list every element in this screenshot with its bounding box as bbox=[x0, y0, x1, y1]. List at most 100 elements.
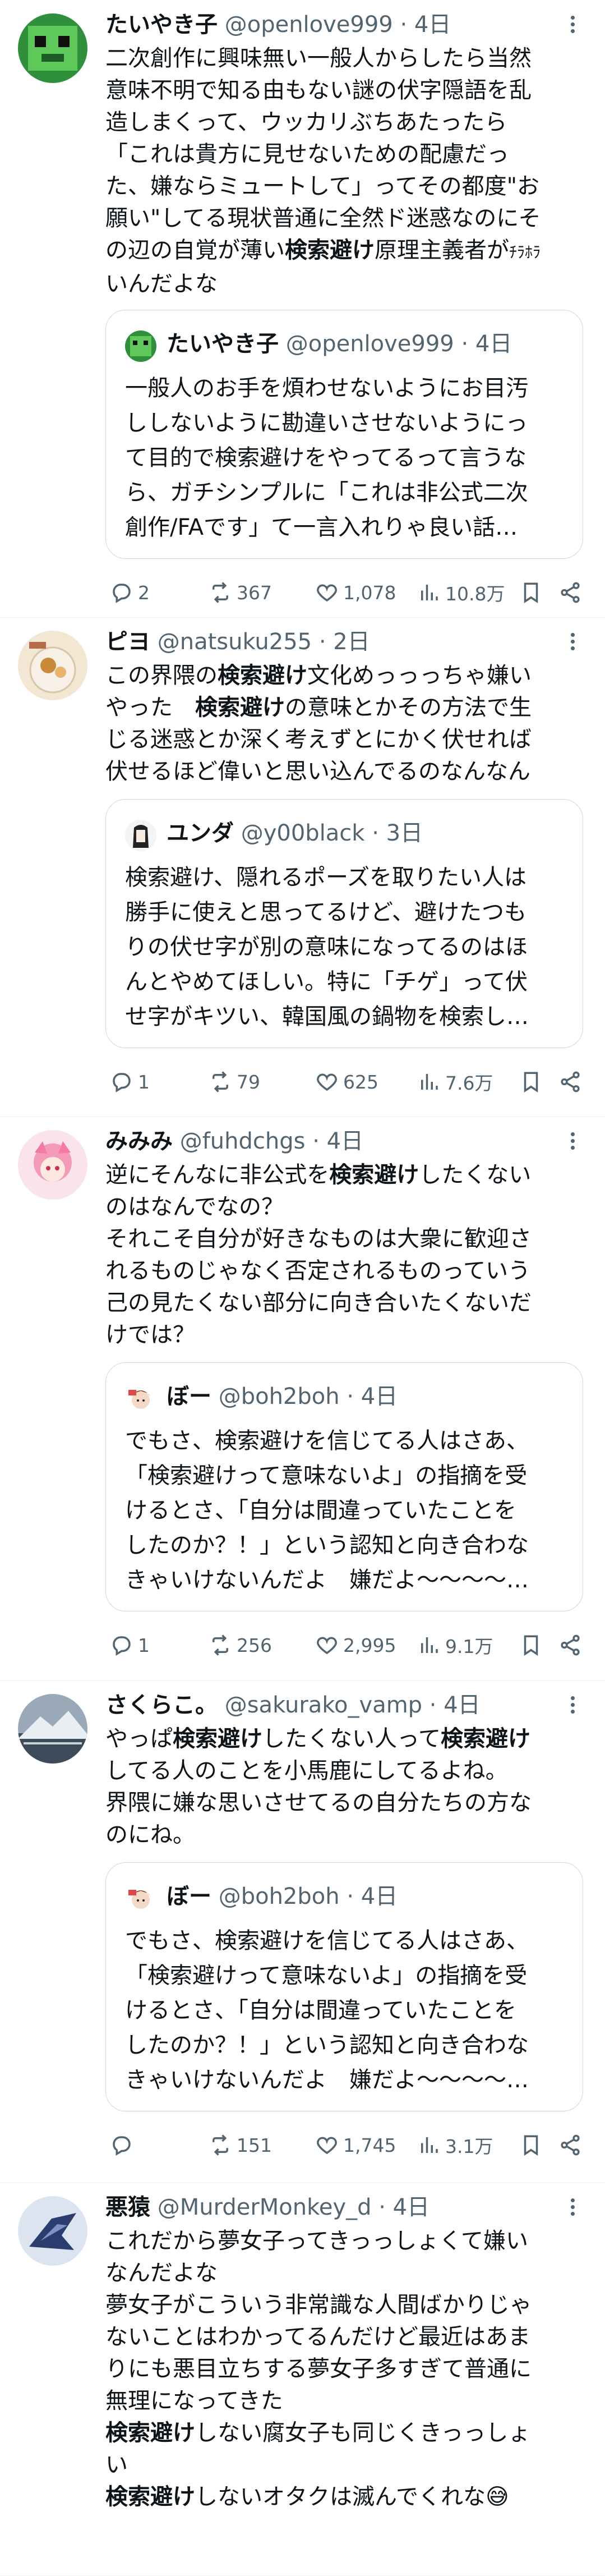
more-icon[interactable] bbox=[562, 1132, 583, 1152]
timestamp[interactable]: · 2日 bbox=[319, 629, 370, 655]
repost-button[interactable]: 256 bbox=[204, 1628, 272, 1662]
quoted-tweet[interactable]: ユンダ @y00black · 3日 検索避け、隠れるポーズを取りたい人は 勝手に使… bbox=[105, 799, 583, 1048]
replies-count: 1 bbox=[138, 1634, 150, 1656]
tweet-text-line: 「これは貴方に見せないための配慮だっ bbox=[105, 139, 565, 171]
text-segment: 原理主義者が bbox=[375, 237, 509, 263]
bookmark-icon bbox=[519, 1633, 543, 1657]
bookmark-button[interactable] bbox=[515, 1065, 543, 1099]
text-segment: しない腐女子も同じくきっっしょ bbox=[195, 2420, 531, 2446]
tweet-text-line: た、嫌ならミュートして」ってその都度"お bbox=[105, 171, 565, 203]
like-button[interactable]: 1,078 bbox=[311, 576, 396, 609]
avatar[interactable] bbox=[18, 1694, 87, 1764]
tweet-text: 逆にそんなに非公式を検索避けしたくない のはなんでなの？ それこそ自分が好きなものは… bbox=[105, 1159, 565, 1351]
reply-icon bbox=[110, 1633, 133, 1657]
timestamp[interactable]: · 4日 bbox=[312, 1128, 363, 1154]
views-button[interactable]: 3.1万 bbox=[413, 2128, 493, 2162]
like-button[interactable]: 1,745 bbox=[311, 2128, 396, 2162]
quoted-timestamp: · 4日 bbox=[347, 1884, 398, 1909]
reply-button[interactable]: 1 bbox=[105, 1628, 150, 1662]
share-button[interactable] bbox=[554, 1065, 582, 1099]
more-icon[interactable] bbox=[562, 633, 583, 653]
tweet-text-line: 伏せるほど偉いと思い込んでるのなんなん bbox=[105, 756, 565, 788]
tweet[interactable]: 悪猿 @MurderMonkey_d · 4日これだから夢女子ってきっっしょくて… bbox=[0, 2183, 605, 2576]
quoted-avatar bbox=[125, 1383, 156, 1415]
author-handle[interactable]: @MurderMonkey_d bbox=[158, 2194, 372, 2220]
text-segment: してる人のことを小馬鹿にしてるよね。 bbox=[105, 1758, 508, 1784]
text-segment: のにね。 bbox=[105, 1822, 195, 1848]
author-name[interactable]: たいやき子 bbox=[105, 12, 218, 38]
share-button[interactable] bbox=[554, 2128, 582, 2162]
tweet[interactable]: みみみ @fuhdchgs · 4日逆にそんなに非公式を検索避けしたくない のはな… bbox=[0, 1117, 605, 1681]
reply-button[interactable] bbox=[105, 2128, 138, 2162]
quoted-tweet[interactable]: ぼー @boh2boh · 4日 でもさ、検索避けを信じてる人はさあ、 「検索避けっ… bbox=[105, 1362, 583, 1611]
quoted-text-line: んとやめてほしい。特に「チゲ」って伏 bbox=[125, 969, 528, 995]
tweet[interactable]: たいやき子 @openlove999 · 4日 二次創作に興味無い一般人からしたら… bbox=[0, 0, 605, 618]
quoted-timestamp: · 3日 bbox=[372, 820, 423, 846]
more-icon[interactable] bbox=[562, 1696, 583, 1716]
author-handle[interactable]: @sakurako_vamp bbox=[225, 1692, 422, 1718]
action-bar: 1 256 2,995 9.1万 bbox=[105, 1628, 583, 1662]
quoted-tweet[interactable]: ぼー @boh2boh · 4日 でもさ、検索避けを信じてる人はさあ、 「検索避けっ… bbox=[105, 1862, 583, 2111]
author-handle[interactable]: @natsuku255 bbox=[158, 629, 312, 655]
repost-icon bbox=[209, 1633, 232, 1657]
quoted-text-line: 「検索避けって意味ないよ」の指摘を受 bbox=[125, 1963, 528, 1989]
search-term-highlight: 検索避け bbox=[173, 1726, 262, 1752]
text-segment: 界隈に嫌な思いさせてるの自分たちの方な bbox=[105, 1790, 532, 1816]
reply-button[interactable]: 2 bbox=[105, 576, 150, 609]
text-segment: いんだよな bbox=[105, 271, 218, 297]
search-term-highlight: 検索避け bbox=[329, 1162, 419, 1188]
repost-button[interactable]: 79 bbox=[204, 1065, 260, 1099]
avatar[interactable] bbox=[18, 13, 87, 83]
author-handle[interactable]: @openlove999 bbox=[225, 12, 393, 38]
quoted-text-line: せ字がキツい、韓国風の鍋物を検索し… bbox=[125, 1004, 529, 1030]
tweet-text-line: これだから夢女子ってきっっしょくて嫌い bbox=[105, 2225, 565, 2257]
avatar[interactable] bbox=[18, 631, 87, 700]
tweet-text-line: の辺の自覚が薄い検索避け原理主義者がﾁﾗﾎﾗ bbox=[105, 235, 565, 268]
text-segment: これだから夢女子ってきっっしょくて嫌い bbox=[105, 2228, 528, 2254]
bookmark-button[interactable] bbox=[515, 2128, 543, 2162]
quoted-tweet[interactable]: たいやき子 @openlove999 · 4日 一般人のお手を煩わせないようにお目… bbox=[105, 310, 583, 559]
author-name[interactable]: ピヨ bbox=[105, 629, 150, 655]
reply-button[interactable]: 1 bbox=[105, 1065, 150, 1099]
text-segment: 「これは貴方に見せないための配慮だっ bbox=[105, 141, 509, 167]
author-name[interactable]: さくらこ。 bbox=[105, 1692, 218, 1718]
bookmark-button[interactable] bbox=[515, 576, 543, 609]
more-icon[interactable] bbox=[562, 2198, 583, 2219]
share-button[interactable] bbox=[554, 1628, 582, 1662]
timestamp[interactable]: · 4日 bbox=[429, 1692, 481, 1718]
tweet[interactable]: さくらこ。 @sakurako_vamp · 4日 やっぱ検索避けしたくない人って… bbox=[0, 1680, 605, 2183]
more-icon[interactable] bbox=[562, 16, 583, 36]
views-button[interactable]: 7.6万 bbox=[413, 1065, 493, 1099]
quoted-author-handle: @boh2boh bbox=[218, 1884, 340, 1909]
author-handle[interactable]: @fuhdchgs bbox=[180, 1128, 306, 1154]
action-bar: 151 1,745 3.1万 bbox=[105, 2128, 583, 2162]
views-button[interactable]: 10.8万 bbox=[413, 576, 505, 609]
like-button[interactable]: 2,995 bbox=[311, 1628, 396, 1662]
timestamp[interactable]: · 4日 bbox=[378, 2194, 429, 2220]
views-button[interactable]: 9.1万 bbox=[413, 1628, 493, 1662]
share-button[interactable] bbox=[554, 576, 582, 609]
timestamp[interactable]: · 4日 bbox=[400, 12, 451, 38]
tweet-text: やっぱ検索避けしたくない人って検索避け してる人のことを小馬鹿にしてるよね。 界隈に… bbox=[105, 1723, 565, 1851]
reposts-count: 256 bbox=[237, 1634, 272, 1656]
avatar[interactable] bbox=[18, 1130, 87, 1200]
views-count: 10.8万 bbox=[445, 583, 505, 605]
text-segment: 逆にそんなに非公式を bbox=[105, 1162, 330, 1188]
repost-button[interactable]: 367 bbox=[204, 576, 272, 609]
author-name[interactable]: 悪猿 bbox=[105, 2194, 150, 2220]
quoted-text-line: ししないように勘違いさせないようにっ bbox=[125, 410, 528, 436]
author-name[interactable]: みみみ bbox=[105, 1128, 173, 1154]
quoted-text-line: 検索避け、隠れるポーズを取りたい人は bbox=[125, 865, 527, 890]
quoted-avatar bbox=[125, 820, 156, 851]
repost-button[interactable]: 151 bbox=[204, 2128, 272, 2162]
like-button[interactable]: 625 bbox=[311, 1065, 378, 1099]
bookmark-icon bbox=[519, 1070, 543, 1094]
avatar[interactable] bbox=[18, 2196, 87, 2266]
search-term-highlight: 検索避け bbox=[441, 1726, 530, 1752]
views-count: 9.1万 bbox=[445, 1636, 493, 1657]
search-term-highlight: 検索避け bbox=[105, 2420, 195, 2446]
tweet[interactable]: ピヨ @natsuku255 · 2日 この界隈の検索避け文化めっっっちゃ嫌い やっ… bbox=[0, 617, 605, 1117]
search-term-highlight: 検索避け bbox=[285, 237, 375, 263]
bookmark-button[interactable] bbox=[515, 1628, 543, 1662]
tweet-text-line: いんだよな bbox=[105, 268, 565, 300]
